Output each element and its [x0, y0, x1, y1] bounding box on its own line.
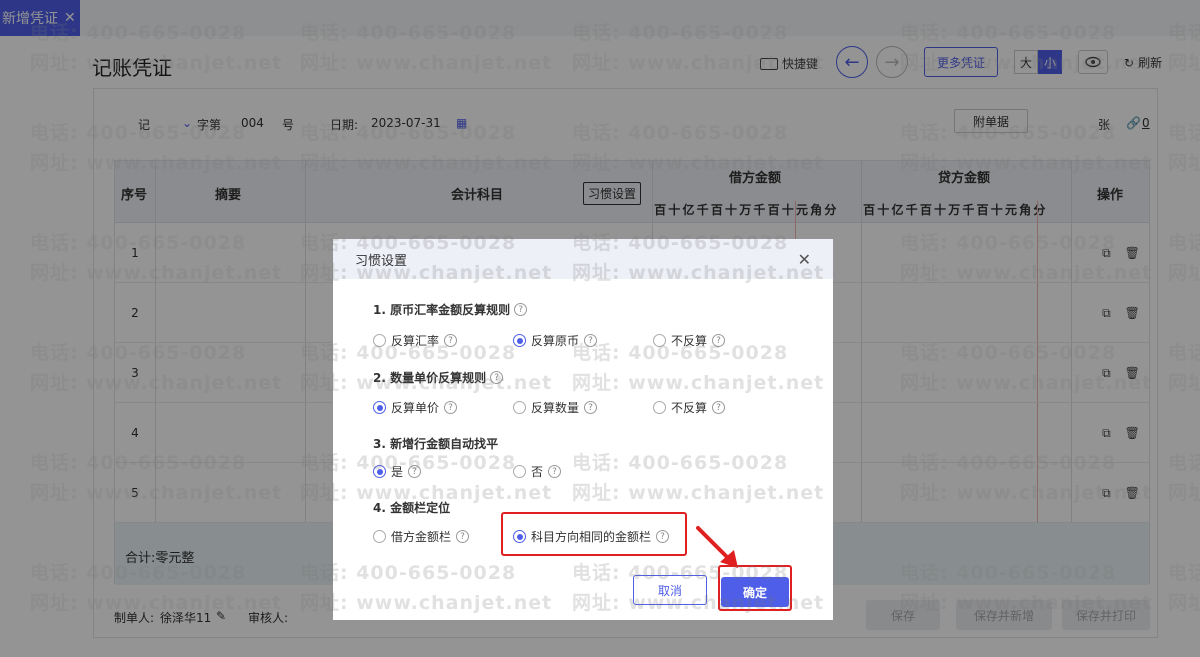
- section-2-title: 2. 数量单价反算规则 ?: [373, 369, 504, 386]
- radio-circle-icon: [653, 334, 666, 347]
- radio-reverse-original[interactable]: 反算原币 ?: [513, 332, 598, 349]
- section-2-label: 2. 数量单价反算规则: [373, 371, 487, 385]
- dialog-header: 习惯设置 ✕: [333, 239, 833, 279]
- help-icon[interactable]: ?: [514, 303, 528, 316]
- radio-label: 反算汇率: [391, 334, 440, 348]
- cancel-button[interactable]: 取消: [633, 575, 707, 605]
- radio-label: 否: [531, 465, 544, 479]
- radio-checked-icon: [513, 334, 526, 347]
- radio-same-direction-column[interactable]: 科目方向相同的金额栏 ?: [513, 528, 670, 545]
- radio-reverse-quantity[interactable]: 反算数量 ?: [513, 399, 598, 416]
- help-icon[interactable]: ?: [548, 465, 562, 478]
- radio-checked-icon: [513, 530, 526, 543]
- dialog-title: 习惯设置: [355, 253, 408, 269]
- section-1-label: 1. 原币汇率金额反算规则: [373, 303, 511, 317]
- help-icon[interactable]: ?: [656, 530, 670, 543]
- radio-label: 反算单价: [391, 401, 440, 415]
- section-3-title: 3. 新增行金额自动找平: [373, 435, 498, 452]
- habit-settings-dialog: 习惯设置 ✕ 1. 原币汇率金额反算规则 ? 反算汇率 ? 反算原币 ? 不反算…: [333, 239, 833, 620]
- help-icon[interactable]: ?: [584, 334, 598, 347]
- radio-label: 科目方向相同的金额栏: [531, 530, 652, 544]
- help-icon[interactable]: ?: [456, 530, 470, 543]
- close-icon[interactable]: ✕: [798, 250, 811, 269]
- radio-checked-icon: [373, 401, 386, 414]
- help-icon[interactable]: ?: [712, 401, 726, 414]
- radio-checked-icon: [373, 465, 386, 478]
- radio-label: 反算数量: [531, 401, 580, 415]
- radio-label: 不反算: [671, 401, 708, 415]
- help-icon[interactable]: ?: [444, 401, 458, 414]
- radio-circle-icon: [653, 401, 666, 414]
- help-icon[interactable]: ?: [444, 334, 458, 347]
- radio-circle-icon: [373, 334, 386, 347]
- section-4-label: 4. 金额栏定位: [373, 501, 451, 515]
- radio-reverse-rate[interactable]: 反算汇率 ?: [373, 332, 458, 349]
- radio-circle-icon: [513, 401, 526, 414]
- section-3-label: 3. 新增行金额自动找平: [373, 437, 499, 451]
- help-icon[interactable]: ?: [712, 334, 726, 347]
- radio-no-reverse[interactable]: 不反算 ?: [653, 332, 726, 349]
- radio-debit-column[interactable]: 借方金额栏 ?: [373, 528, 470, 545]
- help-icon[interactable]: ?: [490, 371, 504, 384]
- radio-label: 不反算: [671, 334, 708, 348]
- help-icon[interactable]: ?: [408, 465, 422, 478]
- confirm-button[interactable]: 确定: [721, 577, 789, 607]
- radio-no-reverse-qty[interactable]: 不反算 ?: [653, 399, 726, 416]
- radio-auto-balance-yes[interactable]: 是 ?: [373, 463, 422, 480]
- section-4-title: 4. 金额栏定位: [373, 499, 450, 516]
- radio-label: 是: [391, 465, 404, 479]
- radio-circle-icon: [373, 530, 386, 543]
- radio-auto-balance-no[interactable]: 否 ?: [513, 463, 562, 480]
- help-icon[interactable]: ?: [584, 401, 598, 414]
- pointer-arrow-icon: [696, 526, 738, 568]
- radio-label: 反算原币: [531, 334, 580, 348]
- radio-label: 借方金额栏: [391, 530, 452, 544]
- radio-reverse-price[interactable]: 反算单价 ?: [373, 399, 458, 416]
- section-1-title: 1. 原币汇率金额反算规则 ?: [373, 301, 528, 318]
- radio-circle-icon: [513, 465, 526, 478]
